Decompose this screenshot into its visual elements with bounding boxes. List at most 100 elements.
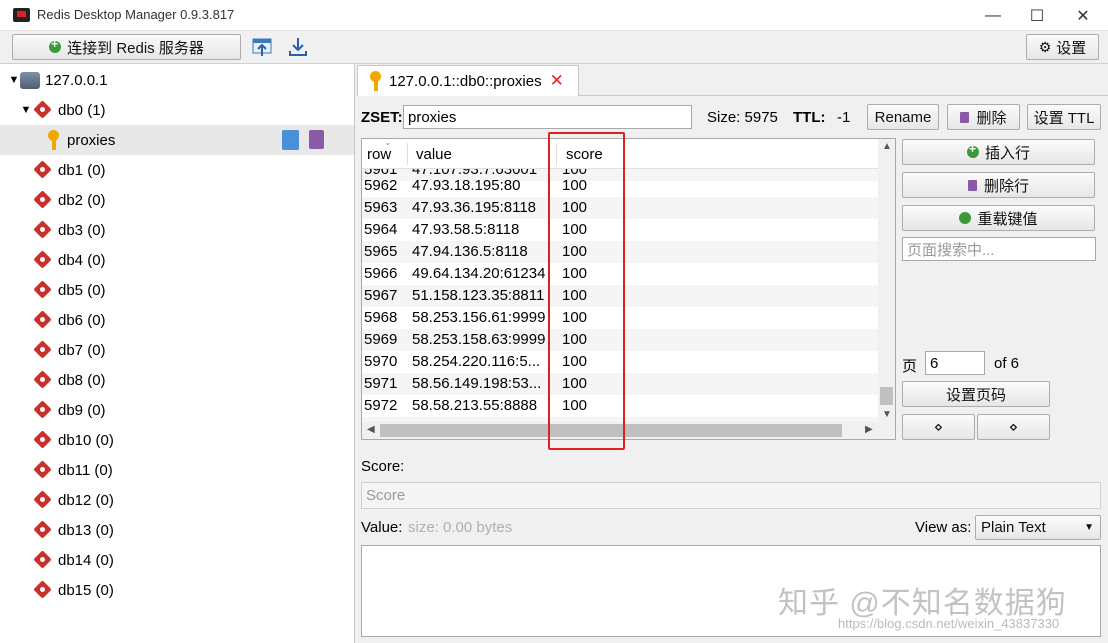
tree-db-node[interactable]: db5 (0): [0, 275, 354, 305]
set-ttl-button[interactable]: 设置 TTL: [1027, 104, 1101, 130]
scroll-thumb[interactable]: [880, 387, 893, 405]
delete-row-button[interactable]: 删除行: [902, 172, 1095, 198]
copy-key-icon[interactable]: [282, 130, 299, 150]
tree-db-node[interactable]: db8 (0): [0, 365, 354, 395]
connect-redis-button[interactable]: 连接到 Redis 服务器: [12, 34, 241, 60]
db-label: db9 (0): [58, 401, 106, 419]
database-icon: [32, 162, 54, 178]
rename-button[interactable]: Rename: [867, 104, 939, 130]
previous-page-button[interactable]: ⋄: [902, 414, 975, 440]
db-label: db14 (0): [58, 551, 114, 569]
value-size-label: size: 0.00 bytes: [408, 519, 513, 536]
tree-db-node[interactable]: db13 (0): [0, 515, 354, 545]
database-icon: [32, 492, 54, 508]
db-label: db12 (0): [58, 491, 114, 509]
scroll-up-icon[interactable]: ▲: [882, 141, 892, 152]
tree-db-node[interactable]: db4 (0): [0, 245, 354, 275]
gear-icon: ⚙: [1038, 38, 1052, 55]
table-vertical-scrollbar[interactable]: ▲ ▼: [878, 139, 895, 423]
trash-icon[interactable]: [309, 130, 324, 149]
db-label: db13 (0): [58, 521, 114, 539]
db-label: db4 (0): [58, 251, 106, 269]
table-cell-row: 5969: [364, 331, 398, 348]
table-cell-row: 5972: [364, 397, 398, 414]
table-cell-value: 47.93.18.195:80: [412, 177, 521, 194]
db-label: db1 (0): [58, 161, 106, 179]
table-cell-row: 5967: [364, 287, 398, 304]
delete-key-button[interactable]: 删除: [947, 104, 1020, 130]
connect-redis-label: 连接到 Redis 服务器: [67, 39, 204, 57]
import-icon[interactable]: [249, 35, 275, 59]
tree-db0-node[interactable]: ▼ db0 (1): [0, 95, 354, 125]
trash-icon: [967, 179, 977, 191]
close-window-button[interactable]: ✕: [1060, 0, 1106, 31]
tree-db-node[interactable]: db14 (0): [0, 545, 354, 575]
table-cell-value: 51.158.123.35:8811: [412, 287, 545, 304]
expand-arrow-icon[interactable]: ▼: [8, 74, 20, 86]
export-icon[interactable]: [285, 35, 311, 59]
maximize-button[interactable]: ☐: [1014, 0, 1060, 31]
score-input[interactable]: Score: [361, 482, 1101, 509]
tab-proxies[interactable]: 127.0.0.1::db0::proxies ✕: [357, 65, 579, 96]
ttl-label: TTL:: [793, 109, 826, 126]
next-page-button[interactable]: ⋄: [977, 414, 1050, 440]
refresh-icon: [959, 212, 972, 224]
scroll-down-icon[interactable]: ▼: [882, 409, 892, 420]
page-label: 页: [902, 358, 918, 375]
database-icon: [32, 522, 54, 538]
table-cell-value: 58.254.220.116:5...: [412, 353, 541, 370]
server-icon: [20, 71, 40, 89]
settings-button[interactable]: ⚙ 设置: [1026, 34, 1099, 60]
tree-db-node[interactable]: db12 (0): [0, 485, 354, 515]
view-as-label: View as:: [915, 519, 972, 536]
tree-db-node[interactable]: db7 (0): [0, 335, 354, 365]
tree-db-node[interactable]: db1 (0): [0, 155, 354, 185]
scroll-right-icon[interactable]: ▶: [865, 424, 873, 435]
tree-db-node[interactable]: db3 (0): [0, 215, 354, 245]
scroll-left-icon[interactable]: ◀: [367, 424, 375, 435]
tree-db-node[interactable]: db9 (0): [0, 395, 354, 425]
app-logo-icon: [13, 8, 30, 22]
table-horizontal-scrollbar[interactable]: ◀ ▶: [362, 422, 895, 439]
table-cell-value: 58.253.156.61:9999: [412, 309, 546, 326]
tree-server-node[interactable]: ▼ 127.0.0.1: [0, 65, 354, 95]
key-name-field[interactable]: proxies: [403, 105, 692, 129]
page-number-input[interactable]: 6: [925, 351, 985, 375]
column-divider: [407, 143, 408, 165]
tree-db-node[interactable]: db11 (0): [0, 455, 354, 485]
score-highlight-box: [548, 132, 625, 450]
db-label: db8 (0): [58, 371, 106, 389]
database-icon: [32, 102, 54, 118]
expand-arrow-icon[interactable]: ▼: [20, 104, 32, 116]
view-as-select[interactable]: Plain Text ▼: [975, 515, 1101, 540]
add-icon: [49, 37, 62, 53]
db-label: db15 (0): [58, 581, 114, 599]
column-header-row[interactable]: row: [367, 146, 391, 163]
db-label: db3 (0): [58, 221, 106, 239]
reload-value-button[interactable]: 重载键值: [902, 205, 1095, 231]
db-label: db2 (0): [58, 191, 106, 209]
tab-label: 127.0.0.1::db0::proxies: [389, 72, 542, 90]
score-label: Score:: [361, 458, 405, 475]
table-cell-value: 47.93.36.195:8118: [412, 199, 537, 216]
connection-tree: ▼ 127.0.0.1 ▼ db0 (1) proxies db1 (0) db2…: [0, 64, 355, 643]
database-icon: [32, 192, 54, 208]
tree-db-node[interactable]: db6 (0): [0, 305, 354, 335]
minimize-button[interactable]: —: [970, 0, 1016, 31]
database-icon: [32, 372, 54, 388]
column-header-value[interactable]: value: [416, 146, 452, 163]
tree-key-proxies[interactable]: proxies: [0, 125, 354, 155]
tree-db-node[interactable]: db15 (0): [0, 575, 354, 605]
close-tab-icon[interactable]: ✕: [550, 71, 564, 91]
set-page-button[interactable]: 设置页码: [902, 381, 1050, 407]
insert-row-button[interactable]: 插入行: [902, 139, 1095, 165]
tree-db-node[interactable]: db2 (0): [0, 185, 354, 215]
insert-row-label: 插入行: [984, 144, 1030, 162]
table-cell-value: 58.253.158.63:9999: [412, 331, 546, 348]
table-cell-row: 5968: [364, 309, 398, 326]
tree-db-node[interactable]: db10 (0): [0, 425, 354, 455]
db-label: db7 (0): [58, 341, 106, 359]
db-label: db10 (0): [58, 431, 114, 449]
page-search-input[interactable]: 页面搜索中...: [902, 237, 1096, 261]
table-cell-value: 47.94.136.5:8118: [412, 243, 528, 260]
